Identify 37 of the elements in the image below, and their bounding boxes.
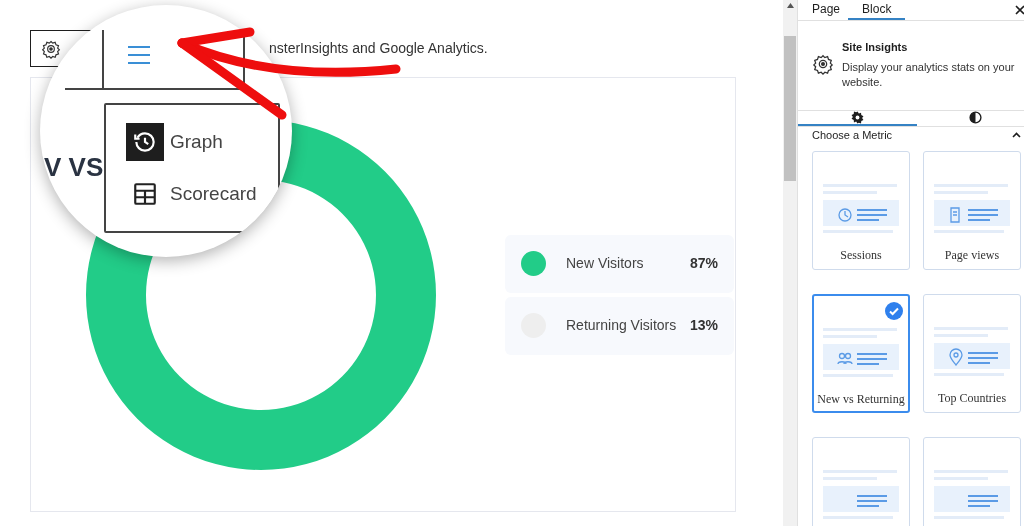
contrast-icon [969,110,983,124]
gear-eye-icon [41,38,61,59]
menu-item[interactable]: Scorecard [126,175,278,213]
menu-icon[interactable] [128,45,150,65]
people-icon [837,352,853,365]
document-icon [950,207,960,223]
table-icon [132,181,158,207]
close-icon[interactable] [1015,5,1024,15]
chevron-up-icon [1012,131,1021,138]
metric-label: Top Countries [937,390,1007,407]
legend-label: Returning Visitors [566,316,678,335]
legend-value: 13% [689,316,718,335]
block-heading: V VS [44,151,104,184]
scroll-up-icon[interactable] [786,3,794,8]
location-pin-icon [949,348,963,366]
sidebar-tab[interactable]: Page [804,0,849,20]
metric-label: Sessions [840,247,882,264]
block-title: Site Insights [842,40,909,55]
checkmark-icon [885,302,903,320]
section-header[interactable]: Choose a Metric [798,126,1024,143]
legend-label: New Visitors [566,254,645,273]
block-caption: nsterInsights and Google Analytics. [269,39,488,58]
sidebar-tab[interactable]: Block [848,0,906,20]
gear-eye-icon [812,53,834,75]
clock-icon [838,208,852,222]
legend-value: 87% [689,254,718,273]
settings-icon [850,110,864,124]
metric-card[interactable]: Sessions [812,151,910,270]
history-icon [132,129,158,155]
metric-card[interactable]: Page views [923,151,1021,270]
scrollbar-thumb[interactable] [784,36,796,181]
block-description: Display your analytics stats on your website. [842,59,1016,90]
metric-card[interactable]: Top Countries [923,294,1021,413]
menu-item[interactable]: Graph [126,123,278,161]
metric-label: Page views [944,247,1000,264]
metric-label: New vs Returning [817,391,905,408]
metric-card[interactable]: New vs Returning [812,294,910,413]
